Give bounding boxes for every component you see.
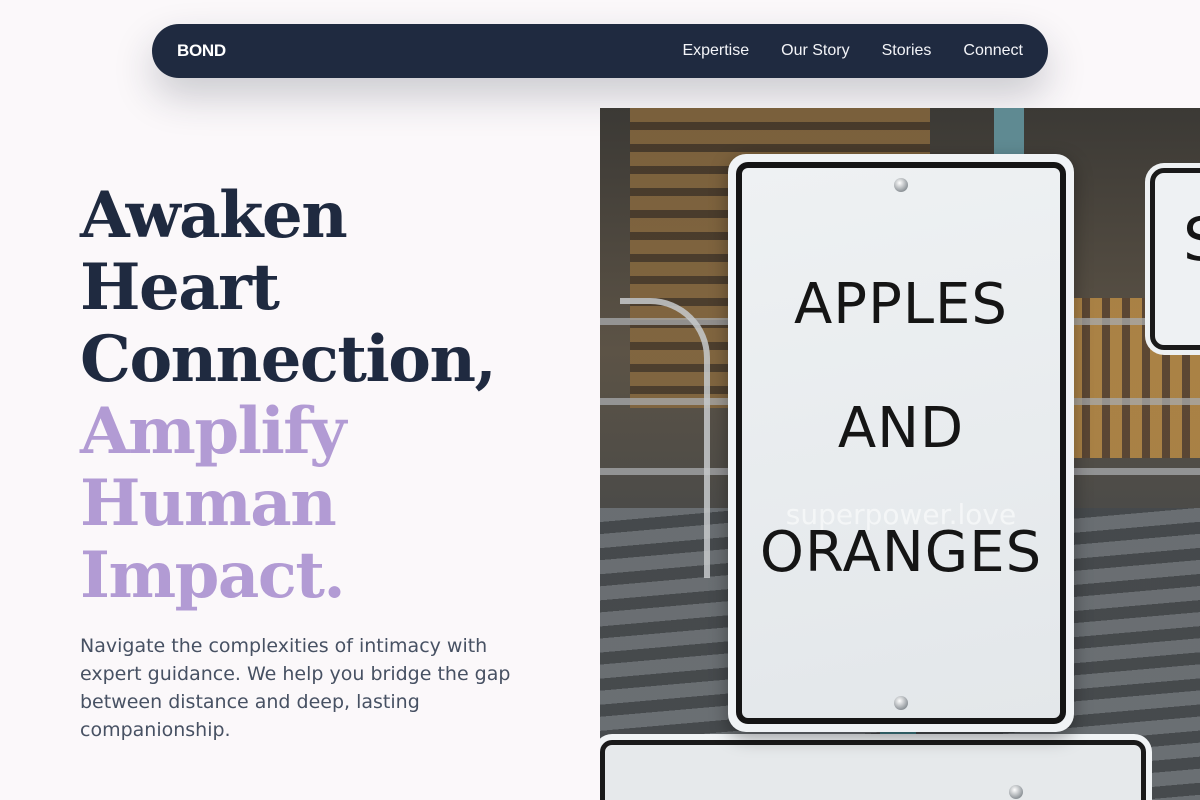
- hero-title-line: Connection,: [80, 322, 497, 397]
- hero-title-line: Awaken: [80, 178, 348, 253]
- nav-link-stories[interactable]: Stories: [882, 42, 932, 60]
- nav-links: Expertise Our Story Stories Connect: [682, 42, 1023, 60]
- hero-subtitle: Navigate the complexities of intimacy wi…: [80, 635, 511, 741]
- side-sign: S: [1150, 168, 1200, 350]
- brand-logo[interactable]: BOND: [177, 41, 226, 61]
- bolt-icon: [894, 696, 908, 710]
- nav-link-expertise[interactable]: Expertise: [682, 42, 749, 60]
- hero-photo: S APPLES AND superpower.love ORANGES: [600, 108, 1200, 800]
- nav-link-connect[interactable]: Connect: [963, 42, 1023, 60]
- bolt-icon: [894, 178, 908, 192]
- side-sign-letter: S: [1183, 205, 1200, 275]
- street-sign-face: APPLES AND superpower.love ORANGES: [736, 162, 1066, 724]
- street-sign: APPLES AND superpower.love ORANGES: [728, 154, 1074, 732]
- hero-title: Awaken Heart Connection, Amplify Human I…: [80, 180, 580, 612]
- hero-title-line: Heart: [80, 250, 280, 325]
- sign-text-line: APPLES: [794, 272, 1008, 337]
- bottom-sign: [600, 740, 1146, 800]
- sign-text-line: AND: [837, 396, 965, 461]
- nav-link-our-story[interactable]: Our Story: [781, 42, 849, 60]
- hero-title-accent-line: Amplify: [80, 394, 346, 469]
- hero-title-accent-line: Human: [80, 466, 337, 541]
- sign-text-line: ORANGES: [759, 520, 1043, 585]
- photo-handrail: [620, 298, 710, 578]
- top-navbar: BOND Expertise Our Story Stories Connect: [152, 24, 1048, 78]
- hero-title-accent-line: Impact.: [80, 538, 346, 613]
- bolt-icon: [1009, 785, 1023, 799]
